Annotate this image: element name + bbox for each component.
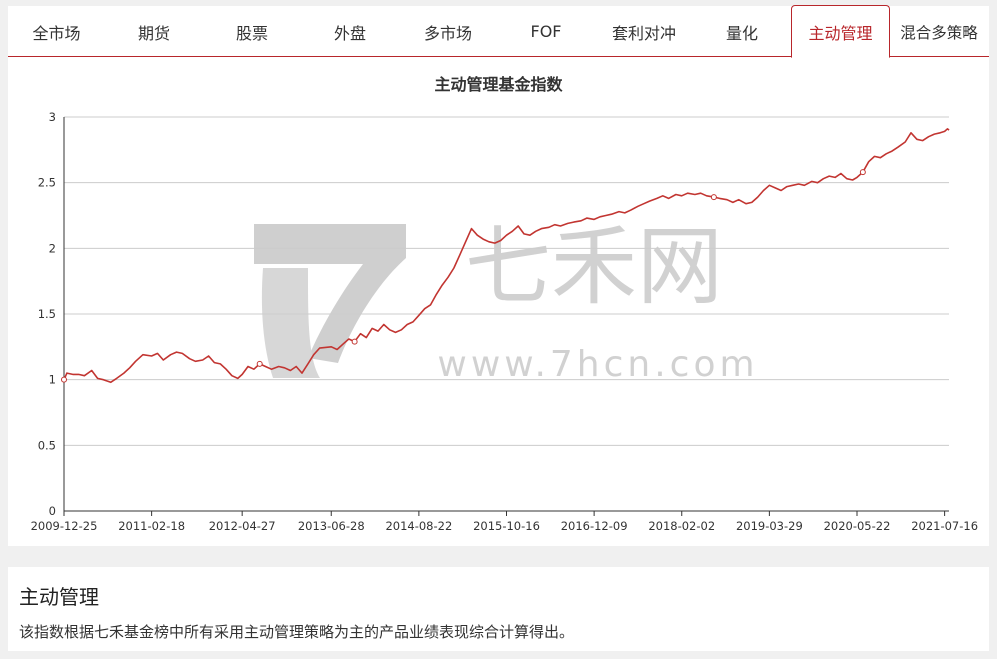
- tab-8[interactable]: 主动管理: [791, 5, 890, 58]
- series-point: [859, 169, 866, 176]
- tab-9[interactable]: 混合多策略: [889, 6, 989, 57]
- tab-4[interactable]: 多市场: [399, 6, 497, 57]
- series-point: [710, 194, 717, 201]
- series-point: [61, 376, 67, 383]
- watermark-logo-shape: [261, 268, 320, 378]
- index-line-chart: 主动管理基金指数七禾网 www.7hcn.com 0 0.5 1 1.5 2 2.5 3 2009…: [31, 75, 978, 533]
- series-point: [351, 338, 358, 345]
- y-tick-label: 2: [49, 241, 56, 255]
- tab-1[interactable]: 期货: [105, 6, 203, 57]
- tab-6[interactable]: 套利对冲: [595, 6, 693, 57]
- y-tick-label: 2.5: [38, 176, 56, 190]
- tab-7[interactable]: 量化: [693, 6, 791, 57]
- x-tick-label: 2021-07-16: [911, 519, 978, 533]
- y-tick-label: 0.5: [38, 438, 56, 452]
- series-point: [256, 360, 263, 367]
- x-tick-label: 2015-10-16: [473, 519, 540, 533]
- x-tick-label: 2009-12-25: [31, 519, 98, 533]
- watermark-seven-logo: [254, 224, 406, 378]
- section-description: 该指数根据七禾基金榜中所有采用主动管理策略为主的产品业绩表现综合计算得出。: [19, 623, 575, 641]
- x-tick-label: 2020-05-22: [824, 519, 891, 533]
- watermark-logo-text: 七禾网: [465, 217, 723, 317]
- category-tabs: 全市场 期货 股票 外盘 多市场 FOF 套利对冲 量化 主动管理 混合多策略: [8, 5, 989, 58]
- x-tick-label: 2013-06-28: [298, 519, 365, 533]
- tab-3[interactable]: 外盘: [301, 6, 399, 57]
- x-tick-label: 2011-02-18: [118, 519, 185, 533]
- x-tick-label: 2016-12-09: [561, 519, 628, 533]
- y-tick-label: 1: [49, 373, 56, 387]
- chart-title: 主动管理基金指数: [434, 75, 563, 94]
- x-tick-label: 2019-03-29: [736, 519, 803, 533]
- y-tick-label: 3: [49, 110, 56, 124]
- x-tick-label: 2012-04-27: [209, 519, 276, 533]
- tab-0[interactable]: 全市场: [8, 6, 105, 57]
- tab-5[interactable]: FOF: [497, 6, 595, 57]
- x-tick-label: 2018-02-02: [648, 519, 715, 533]
- info-panel: 主动管理 该指数根据七禾基金榜中所有采用主动管理策略为主的产品业绩表现综合计算得…: [8, 567, 989, 651]
- x-tick-label: 2014-08-22: [385, 519, 452, 533]
- section-title: 主动管理: [19, 585, 99, 609]
- y-tick-label: 0: [49, 504, 56, 518]
- y-tick-label: 1.5: [38, 307, 56, 321]
- tab-2[interactable]: 股票: [203, 6, 301, 57]
- chart-panel: 全市场 期货 股票 外盘 多市场 FOF 套利对冲 量化 主动管理 混合多策略 主动管理基金指数七…: [8, 5, 989, 546]
- chart-area: 主动管理基金指数七禾网 www.7hcn.com 0 0.5 1 1.5 2 2.5 3 2009…: [8, 58, 989, 546]
- watermark-url-text: www.7hcn.com: [437, 344, 758, 385]
